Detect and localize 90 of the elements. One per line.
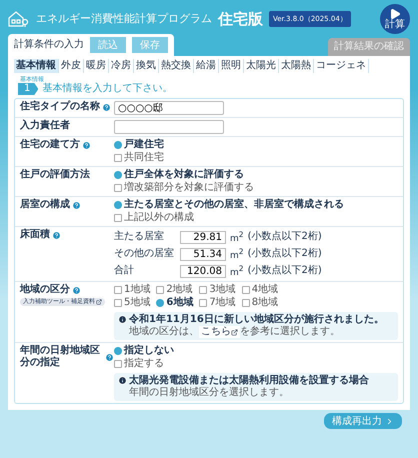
radio-option[interactable]: 6地域: [156, 297, 194, 309]
house-logo-icon: [8, 10, 30, 28]
radio-option[interactable]: 2地域: [156, 284, 194, 296]
area-label: 合計: [114, 265, 135, 277]
radio-icon[interactable]: [114, 299, 122, 307]
info-icon: [118, 315, 127, 324]
field-label: 床面積: [20, 229, 50, 241]
radio-icon[interactable]: [114, 141, 122, 149]
help-icon[interactable]: [102, 102, 111, 112]
info-text: 地域の区分は、 こちら を参考に選択します。: [128, 326, 341, 338]
radio-icon[interactable]: [114, 171, 122, 179]
radio-icon[interactable]: [242, 286, 250, 294]
area-input[interactable]: 51.34: [180, 248, 226, 260]
sub-tab[interactable]: 冷房: [109, 59, 134, 73]
sub-tab[interactable]: 基本情報: [14, 59, 59, 73]
sub-tab[interactable]: 熱交換: [159, 59, 194, 73]
radio-icon[interactable]: [114, 214, 122, 222]
radio-icon[interactable]: [114, 184, 122, 192]
area-label: 主たる居室: [114, 231, 165, 243]
radio-icon[interactable]: [156, 286, 164, 294]
radio-icon[interactable]: [114, 360, 122, 368]
info-text: 年間の日射地域区分を選択します。: [128, 387, 290, 399]
radio-icon[interactable]: [114, 286, 122, 294]
reference-link[interactable]: こちら: [199, 326, 240, 338]
unit-label: m$^{2}$: [230, 246, 244, 262]
sub-tab[interactable]: 暖房: [84, 59, 109, 73]
radio-option[interactable]: 増改築部分を対象に評価する: [114, 182, 398, 194]
radio-option[interactable]: 主たる居室とその他の居室、非居室で構成される: [114, 199, 398, 211]
radio-icon[interactable]: [242, 299, 250, 307]
radio-icon[interactable]: [114, 347, 122, 355]
sub-tab[interactable]: 換気: [134, 59, 159, 73]
field-label: 住宅タイプの名称: [20, 101, 100, 113]
field-label: 住宅の建て方: [20, 139, 80, 151]
help-icon[interactable]: [52, 230, 61, 240]
radio-option[interactable]: 共同住宅: [114, 152, 398, 164]
radio-icon[interactable]: [199, 286, 208, 294]
radio-option[interactable]: 指定する: [114, 358, 398, 370]
radio-option[interactable]: 1地域: [114, 284, 150, 296]
text-input[interactable]: ○○○○邸: [114, 101, 224, 115]
radio-icon[interactable]: [114, 201, 122, 209]
external-link-icon: [96, 299, 102, 305]
area-input[interactable]: 120.08: [180, 264, 226, 278]
info-icon: [118, 376, 127, 385]
field-label: 居室の構成: [20, 199, 70, 211]
info-title: 太陽光発電設備または太陽熱利用設備を設置する場合: [129, 375, 369, 386]
calculate-button[interactable]: 計算: [380, 4, 410, 34]
edition-title: 住宅版: [218, 13, 263, 25]
decimal-note: (小数点以下2桁): [248, 231, 322, 243]
radio-icon[interactable]: [156, 299, 164, 307]
help-icon[interactable]: [105, 352, 114, 362]
radio-option[interactable]: 指定しない: [114, 345, 398, 357]
help-icon[interactable]: [82, 140, 91, 150]
sub-tab[interactable]: 給湯: [194, 59, 219, 73]
play-icon: [389, 8, 401, 20]
unit-label: m$^{2}$: [230, 263, 244, 279]
radio-option[interactable]: 住戸全体を対象に評価する: [114, 169, 398, 181]
radio-option[interactable]: 7地域: [199, 297, 236, 309]
radio-option[interactable]: 4地域: [242, 284, 278, 296]
tab-label[interactable]: 計算条件の入力: [14, 39, 84, 51]
sub-tab[interactable]: コージェネ: [314, 59, 369, 73]
info-title: 令和1年11月16日に新しい地域区分が施行されました。: [129, 314, 384, 326]
radio-option[interactable]: 戸建住宅: [114, 139, 398, 151]
help-icon[interactable]: [72, 286, 81, 294]
radio-option[interactable]: 3地域: [199, 284, 236, 296]
app-title: エネルギー消費性能計算プログラム: [36, 13, 212, 25]
radio-icon[interactable]: [199, 299, 208, 307]
chevron-icon: [385, 416, 394, 426]
field-label: 住戸の評価方法: [20, 169, 90, 181]
radio-icon[interactable]: [114, 154, 122, 162]
step-number: 1: [18, 83, 38, 95]
unit-label: m$^{2}$: [230, 229, 244, 245]
radio-option[interactable]: 5地域: [114, 297, 150, 309]
area-input[interactable]: 29.81: [180, 230, 226, 244]
field-label: 年間の日射地域区分の指定: [20, 345, 101, 369]
external-link-icon: [231, 328, 238, 336]
field-label: 地域の区分: [20, 284, 70, 296]
main-tab[interactable]: 計算条件の入力 読込 保存: [8, 34, 174, 56]
field-label: 入力責任者: [20, 120, 70, 132]
text-input[interactable]: [114, 120, 224, 134]
decimal-note: (小数点以下2桁): [248, 265, 322, 277]
radio-option[interactable]: 8地域: [242, 297, 278, 309]
sub-tab[interactable]: 照明: [219, 59, 244, 73]
area-label: その他の居室: [114, 248, 175, 260]
radio-option[interactable]: 上記以外の構成: [114, 212, 398, 224]
sub-tab[interactable]: 太陽熱: [279, 59, 314, 73]
help-icon[interactable]: [72, 200, 81, 210]
sub-tab[interactable]: 太陽光: [244, 59, 279, 73]
sub-tab[interactable]: 外皮: [59, 59, 84, 73]
section-title: 基本情報を入力して下さい。: [42, 83, 172, 95]
decimal-note: (小数点以下2桁): [248, 248, 322, 260]
